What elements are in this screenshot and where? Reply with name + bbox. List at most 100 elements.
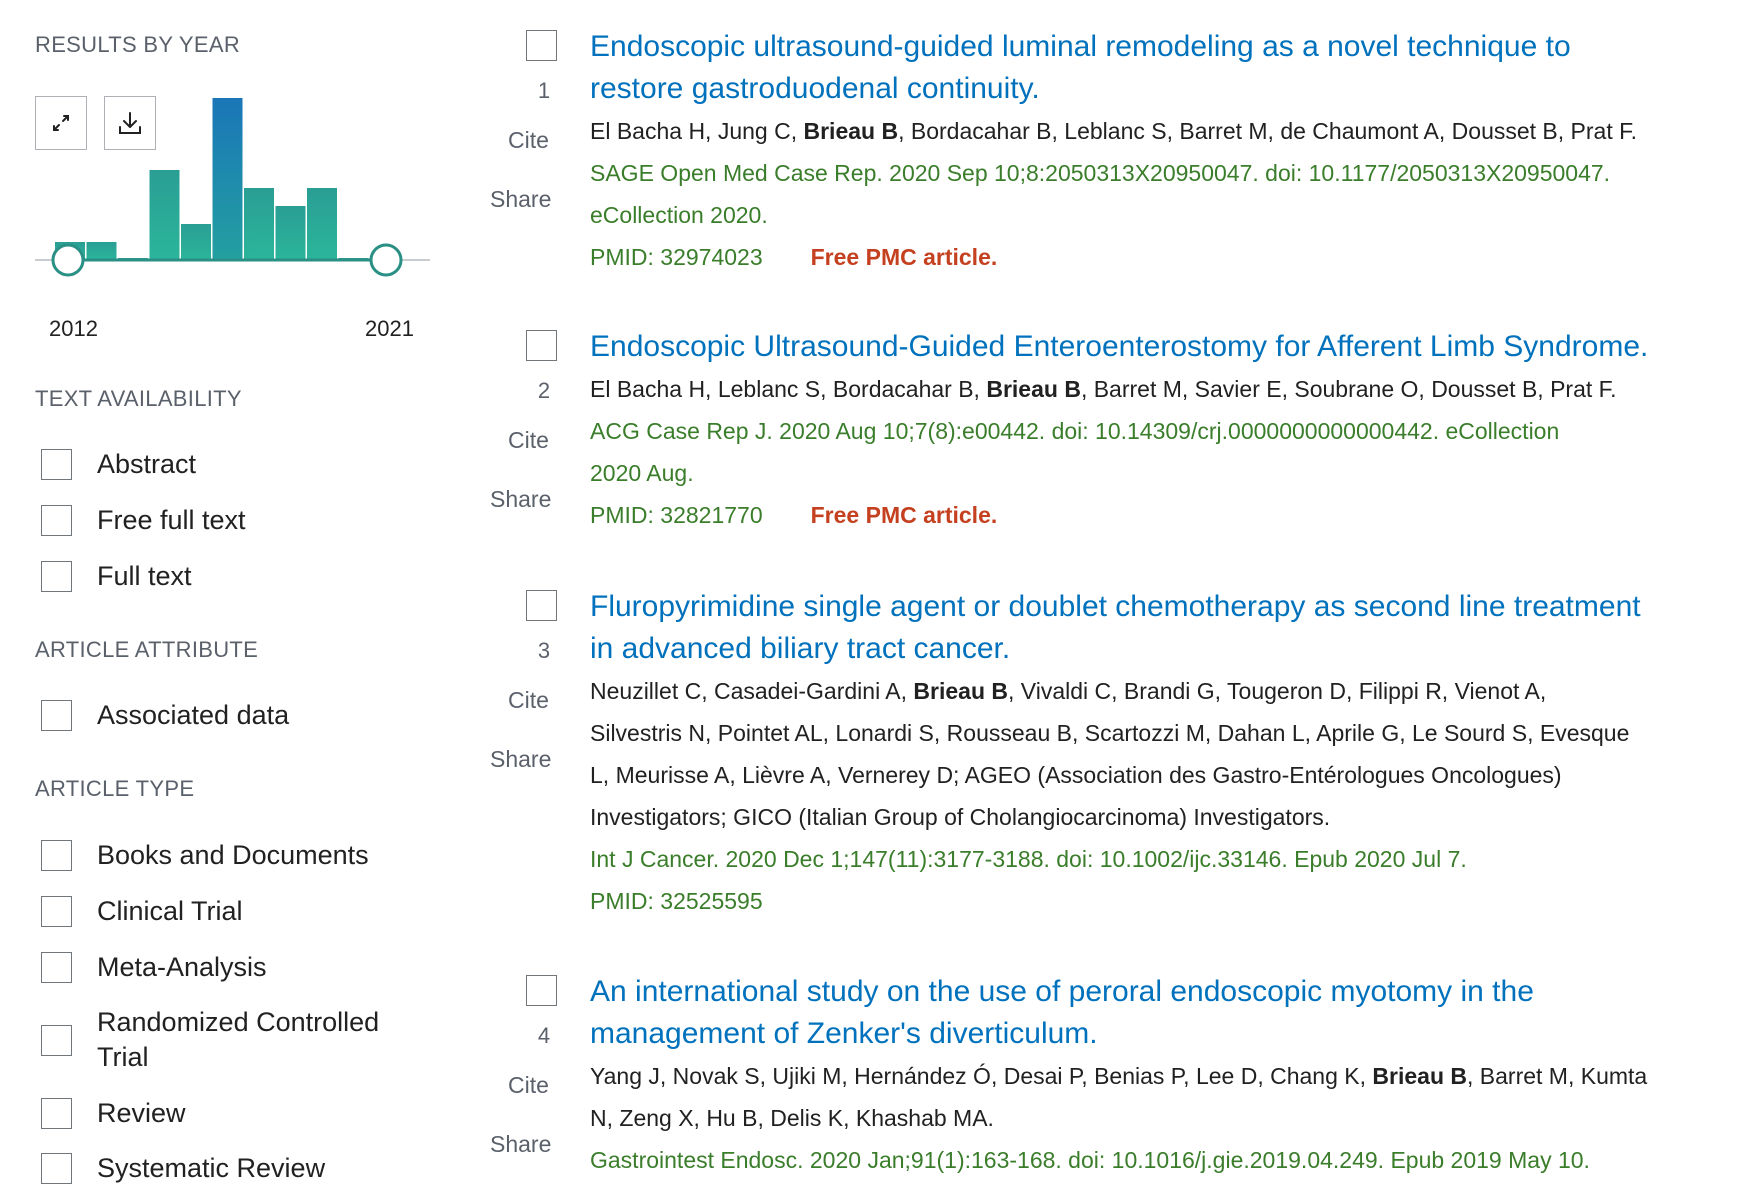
author-text: , Bordacahar B, Leblanc S, Barret M, de … [898, 118, 1638, 144]
result-meta: PMID: 32974023 Free PMC article. [590, 236, 1750, 278]
full-text-checkbox[interactable] [41, 561, 72, 592]
result-title-line: management of Zenker's diverticulum. [590, 1017, 1098, 1050]
result-title-line: Fluropyrimidine single agent or doublet … [590, 590, 1641, 623]
result-checkbox[interactable] [526, 330, 557, 361]
result-authors: El Bacha H, Leblanc S, Bordacahar B, Bri… [590, 368, 1750, 410]
result-title-line: Endoscopic ultrasound-guided luminal rem… [590, 30, 1571, 63]
free-pmc-article-link[interactable]: Free PMC article. [811, 236, 998, 278]
filter-label: Review [97, 1098, 186, 1128]
bar-2017[interactable] [212, 98, 243, 260]
author-text: El Bacha H, Leblanc S, Bordacahar B, [590, 376, 987, 402]
result-title-link[interactable]: An international study on the use of per… [590, 971, 1750, 1055]
free-full-text-checkbox[interactable] [41, 505, 72, 536]
bar-2016[interactable] [181, 224, 211, 260]
filter-label-line: Trial [97, 1042, 149, 1072]
abstract-checkbox[interactable] [41, 449, 72, 480]
result-title-line: in advanced biliary tract cancer. [590, 632, 1011, 665]
filter-meta-analysis[interactable]: Meta-Analysis [41, 950, 267, 985]
results-by-year-histogram [35, 98, 430, 277]
author-text: , Vivaldi C, Brandi G, Tougeron D, Filip… [1008, 678, 1547, 704]
author-text: , Barret M, Kumta [1467, 1063, 1648, 1089]
filter-associated-data[interactable]: Associated data [41, 698, 289, 733]
result-authors: El Bacha H, Jung C, Brieau B, Bordacahar… [590, 110, 1750, 152]
result-citation: ACG Case Rep J. 2020 Aug 10;7(8):e00442.… [590, 418, 1560, 444]
filter-label: Meta-Analysis [97, 952, 267, 982]
result-authors: L, Meurisse A, Lièvre A, Vernerey D; AGE… [590, 762, 1562, 788]
result-item: 2 Cite Share Endoscopic Ultrasound-Guide… [480, 326, 1752, 546]
result-title-link[interactable]: Endoscopic Ultrasound-Guided Enteroenter… [590, 326, 1750, 368]
author-text: Yang J, Novak S, Ujiki M, Hernández Ó, D… [590, 1063, 1373, 1089]
result-citation: SAGE Open Med Case Rep. 2020 Sep 10;8:20… [590, 160, 1611, 186]
text-availability-title: TEXT AVAILABILITY [35, 386, 242, 411]
filter-systematic-review[interactable]: Systematic Review [41, 1151, 325, 1186]
search-results-list: 1 Cite Share Endoscopic ultrasound-guide… [480, 0, 1752, 1190]
share-button[interactable]: Share [490, 186, 551, 213]
cite-button[interactable]: Cite [508, 427, 549, 454]
result-title-link[interactable]: Endoscopic ultrasound-guided luminal rem… [590, 26, 1750, 110]
result-citation: Gastrointest Endosc. 2020 Jan;91(1):163-… [590, 1147, 1590, 1173]
result-number: 4 [537, 1023, 551, 1048]
result-number: 2 [537, 378, 551, 403]
share-button[interactable]: Share [490, 486, 551, 513]
systematic-review-checkbox[interactable] [41, 1153, 72, 1184]
clinical-trial-checkbox[interactable] [41, 896, 72, 927]
associated-data-checkbox[interactable] [41, 700, 72, 731]
filter-books-and-documents[interactable]: Books and Documents [41, 838, 369, 873]
author-text: Neuzillet C, Casadei-Gardini A, [590, 678, 914, 704]
cite-button[interactable]: Cite [508, 127, 549, 154]
bar-2020[interactable] [307, 188, 337, 260]
result-body: Fluropyrimidine single agent or doublet … [590, 586, 1750, 922]
bar-2019[interactable] [275, 206, 306, 260]
start-year-label: 2012 [49, 316, 98, 341]
review-checkbox[interactable] [41, 1098, 72, 1129]
result-checkbox[interactable] [526, 30, 557, 61]
slider-handle-start[interactable] [51, 243, 85, 277]
filter-full-text[interactable]: Full text [41, 559, 192, 594]
filter-clinical-trial[interactable]: Clinical Trial [41, 894, 243, 929]
filter-label: Books and Documents [97, 840, 369, 870]
end-year-label: 2021 [365, 316, 414, 341]
randomized-controlled-trial-checkbox[interactable] [41, 1024, 72, 1056]
books-and-documents-checkbox[interactable] [41, 840, 72, 871]
result-citation: eCollection 2020. [590, 202, 768, 228]
result-title-line: Endoscopic Ultrasound-Guided Enteroenter… [590, 330, 1649, 363]
filter-label-line: Randomized Controlled [97, 1007, 380, 1037]
cite-button[interactable]: Cite [508, 687, 549, 714]
share-button[interactable]: Share [490, 1131, 551, 1158]
highlighted-author: Brieau B [986, 376, 1081, 402]
cite-button[interactable]: Cite [508, 1072, 549, 1099]
bar-2013[interactable] [86, 242, 117, 260]
filter-label: Free full text [97, 505, 246, 535]
free-pmc-article-link[interactable]: Free PMC article. [811, 494, 998, 536]
filter-review[interactable]: Review [41, 1096, 186, 1131]
result-pmid: PMID: 32974023 [590, 244, 763, 270]
article-attribute-title: ARTICLE ATTRIBUTE [35, 637, 259, 662]
result-citation: Int J Cancer. 2020 Dec 1;147(11):3177-31… [590, 846, 1467, 872]
filter-label: Clinical Trial [97, 896, 243, 926]
share-button[interactable]: Share [490, 746, 551, 773]
author-text: El Bacha H, Jung C, [590, 118, 804, 144]
result-authors: Investigators; GICO (Italian Group of Ch… [590, 804, 1331, 830]
result-checkbox[interactable] [526, 975, 557, 1006]
filters-sidebar: RESULTS BY YEAR 2012 2021 TEXT AVAILABIL… [0, 0, 460, 1190]
filter-label: Systematic Review [97, 1153, 326, 1183]
result-pmid: PMID: 32821770 [590, 502, 763, 528]
filter-free-full-text[interactable]: Free full text [41, 503, 246, 538]
slider-handle-end[interactable] [369, 243, 403, 277]
filter-randomized-controlled-trial[interactable]: Randomized Controlled Trial [41, 1005, 379, 1075]
meta-analysis-checkbox[interactable] [41, 952, 72, 983]
article-type-title: ARTICLE TYPE [35, 776, 195, 801]
filter-label: Randomized Controlled Trial [97, 1005, 379, 1075]
result-body: Endoscopic ultrasound-guided luminal rem… [590, 26, 1750, 278]
result-checkbox[interactable] [526, 590, 557, 621]
highlighted-author: Brieau B [913, 678, 1009, 704]
bar-2015[interactable] [149, 170, 180, 260]
result-authors: Neuzillet C, Casadei-Gardini A, Brieau B… [590, 670, 1750, 712]
result-title-line: restore gastroduodenal continuity. [590, 72, 1040, 105]
filter-abstract[interactable]: Abstract [41, 447, 196, 482]
result-number: 3 [537, 638, 551, 663]
bar-2018[interactable] [244, 188, 274, 260]
result-title-link[interactable]: Fluropyrimidine single agent or doublet … [590, 586, 1750, 670]
result-item: 4 Cite Share An international study on t… [480, 971, 1752, 1190]
highlighted-author: Brieau B [803, 118, 899, 144]
